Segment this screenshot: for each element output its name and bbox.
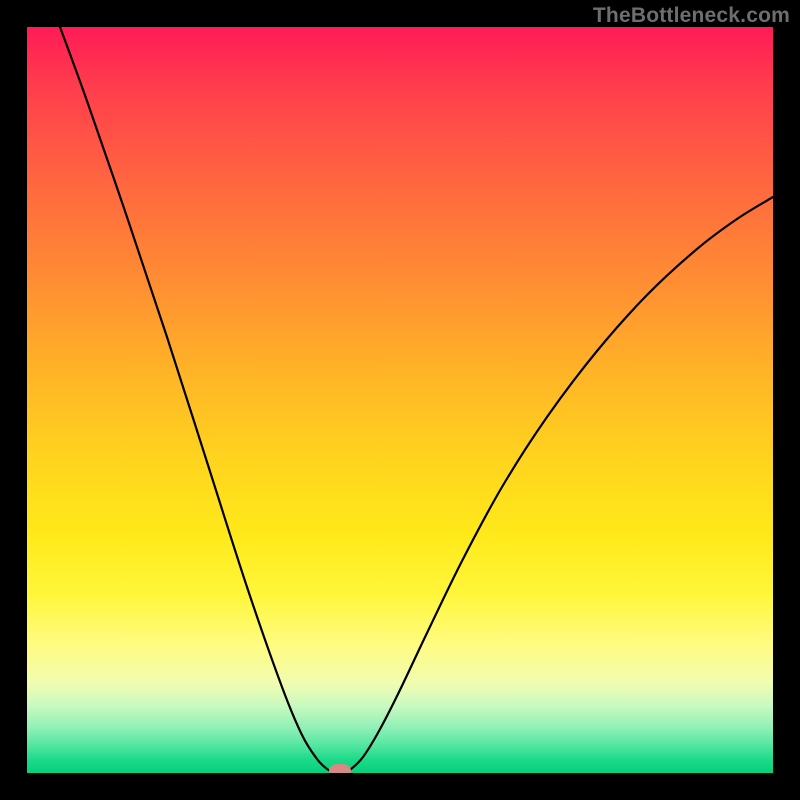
optimal-point-marker: [329, 764, 351, 773]
bottleneck-curve: [27, 27, 773, 773]
chart-frame: [27, 27, 773, 773]
watermark-text: TheBottleneck.com: [593, 4, 790, 28]
